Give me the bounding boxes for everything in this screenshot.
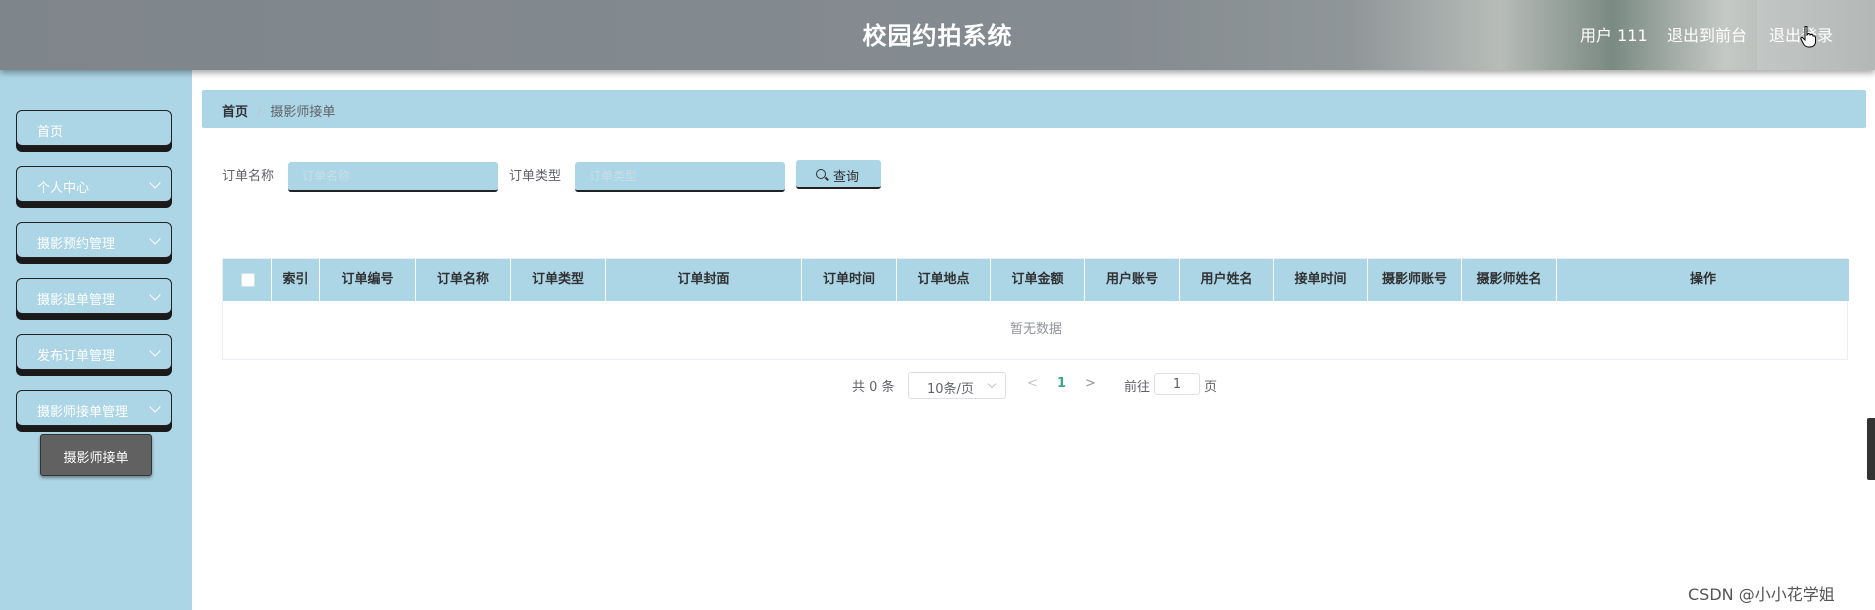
column-header: 订单编号 xyxy=(320,259,416,301)
breadcrumb-home[interactable]: 首页 xyxy=(222,105,248,120)
user-name: 用户 111 xyxy=(1580,26,1648,45)
order-name-label: 订单名称 xyxy=(222,169,275,184)
goto-label: 前往 xyxy=(1124,380,1151,395)
next-page-button[interactable]: > xyxy=(1085,376,1096,391)
search-icon xyxy=(816,169,826,179)
page-suffix-label: 页 xyxy=(1204,380,1218,395)
header-checkbox-cell xyxy=(223,259,272,301)
query-button[interactable]: 查询 xyxy=(796,160,881,189)
sidebar-item-publish-order[interactable]: 发布订单管理 xyxy=(16,334,172,370)
order-type-label: 订单类型 xyxy=(509,169,562,184)
chevron-down-icon xyxy=(149,289,161,301)
hand-cursor-icon xyxy=(1800,26,1816,48)
query-button-label: 查询 xyxy=(833,170,860,185)
top-header: 校园约拍系统 用户 111 退出到前台 退出登录 xyxy=(0,0,1875,70)
column-header: 摄影师账号 xyxy=(1368,259,1462,301)
sidebar-item-label: 摄影预约管理 xyxy=(37,237,116,252)
sidebar-item-home[interactable]: 首页 xyxy=(16,110,172,146)
sidebar-item-personal-center[interactable]: 个人中心 xyxy=(16,166,172,202)
breadcrumb-separator: / xyxy=(257,105,262,120)
sidebar-item-photo-refund[interactable]: 摄影退单管理 xyxy=(16,278,172,314)
chevron-down-icon xyxy=(149,401,161,413)
column-header: 订单封面 xyxy=(606,259,802,301)
sidebar-item-photographer-orders[interactable]: 摄影师接单管理 xyxy=(16,390,172,426)
column-header: 订单名称 xyxy=(416,259,511,301)
chevron-down-icon xyxy=(149,345,161,357)
pagination-total: 共 0 条 xyxy=(852,380,895,395)
page-size-value: 10条/页 xyxy=(927,382,974,397)
column-header: 接单时间 xyxy=(1274,259,1368,301)
column-header: 索引 xyxy=(272,259,320,301)
sidebar-item-label: 摄影师接单管理 xyxy=(37,405,129,420)
prev-page-button[interactable]: < xyxy=(1027,376,1038,391)
logout-button[interactable]: 退出登录 xyxy=(1757,0,1875,70)
column-header: 订单金额 xyxy=(991,259,1085,301)
goto-page-input[interactable] xyxy=(1154,373,1200,395)
breadcrumb-current: 摄影师接单 xyxy=(270,105,336,120)
sidebar-item-label: 首页 xyxy=(37,125,64,140)
exit-to-frontend-button[interactable]: 退出到前台 xyxy=(1667,22,1747,46)
watermark-text: CSDN @小小花学姐 xyxy=(1688,585,1835,604)
sidebar-item-photo-booking[interactable]: 摄影预约管理 xyxy=(16,222,172,258)
column-header: 操作 xyxy=(1689,272,1716,287)
chevron-down-icon xyxy=(149,233,161,245)
column-header: 订单时间 xyxy=(802,259,897,301)
column-header: 摄影师姓名 xyxy=(1462,259,1557,301)
column-header: 订单类型 xyxy=(511,259,606,301)
sidebar-item-label: 发布订单管理 xyxy=(37,349,116,364)
column-header: 用户账号 xyxy=(1085,259,1180,301)
sidebar-item-label: 摄影退单管理 xyxy=(37,293,116,308)
sidebar-item-label: 个人中心 xyxy=(37,181,90,196)
chevron-down-icon xyxy=(149,177,161,189)
select-all-checkbox[interactable] xyxy=(241,273,255,287)
column-header: 订单地点 xyxy=(897,259,991,301)
table-header: 索引 订单编号 订单名称 订单类型 订单封面 订单时间 订单地点 订单金额 用户… xyxy=(223,259,1849,301)
breadcrumb: 首页 / 摄影师接单 xyxy=(202,90,1866,128)
chevron-down-icon xyxy=(987,379,997,389)
orders-table: 索引 订单编号 订单名称 订单类型 订单封面 订单时间 订单地点 订单金额 用户… xyxy=(222,258,1849,360)
column-header: 用户姓名 xyxy=(1180,259,1274,301)
order-name-input[interactable] xyxy=(288,162,498,192)
page-number-current[interactable]: 1 xyxy=(1057,376,1066,391)
order-type-input[interactable] xyxy=(575,162,785,192)
sidebar-subitem-photographer-order[interactable]: 摄影师接单 xyxy=(40,434,152,476)
scrollbar-handle[interactable] xyxy=(1867,418,1875,480)
page-size-select[interactable]: 10条/页 xyxy=(908,372,1006,399)
empty-state-text: 暂无数据 xyxy=(1009,322,1062,337)
